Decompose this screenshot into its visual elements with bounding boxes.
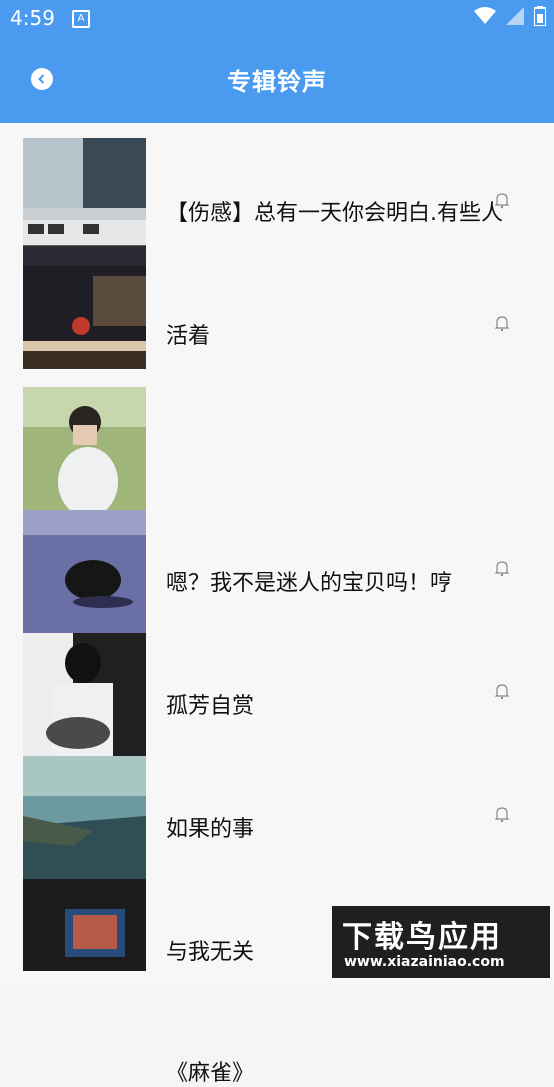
battery-icon xyxy=(534,6,546,26)
wifi-icon xyxy=(474,7,496,24)
item-title: 《麻雀》 xyxy=(166,1061,255,1086)
status-time: 4:59 xyxy=(10,6,55,30)
page-title: 专辑铃声 xyxy=(227,68,327,96)
album-thumbnail xyxy=(23,246,146,369)
watermark-url: www.xiazainiao.com xyxy=(344,954,505,970)
watermark-logo: 下载鸟应用 www.xiazainiao.com xyxy=(332,906,550,978)
watermark-title: 下载鸟应用 xyxy=(342,920,502,955)
ringtone-album-list: 【伤感】总有一天你会明白.有些人 活着 嗯？我不是迷人的宝贝吗！哼 孤芳自赏 如… xyxy=(0,123,554,1086)
list-item[interactable]: 【伤感】总有一天你会明白.有些人 xyxy=(0,123,554,261)
album-thumbnail xyxy=(23,138,146,261)
list-item[interactable]: 嗯？我不是迷人的宝贝吗！哼 xyxy=(0,369,554,596)
album-thumbnail xyxy=(23,879,146,971)
list-item[interactable]: 与我无关 xyxy=(0,738,554,965)
list-item[interactable]: 活着 xyxy=(0,246,554,369)
status-icons xyxy=(474,6,546,26)
notification-app-icon: A xyxy=(72,10,90,28)
bell-icon[interactable] xyxy=(494,191,510,209)
list-item[interactable]: 孤芳自赏 xyxy=(0,492,554,719)
status-bar: 4:59 A xyxy=(0,0,554,36)
item-title: 活着 xyxy=(166,324,211,349)
list-item[interactable]: 如果的事 xyxy=(0,615,554,842)
signal-icon xyxy=(506,7,524,25)
app-bar: 专辑铃声 xyxy=(0,36,554,123)
item-title: 【伤感】总有一天你会明白.有些人 xyxy=(166,201,503,226)
bell-icon[interactable] xyxy=(494,314,510,332)
